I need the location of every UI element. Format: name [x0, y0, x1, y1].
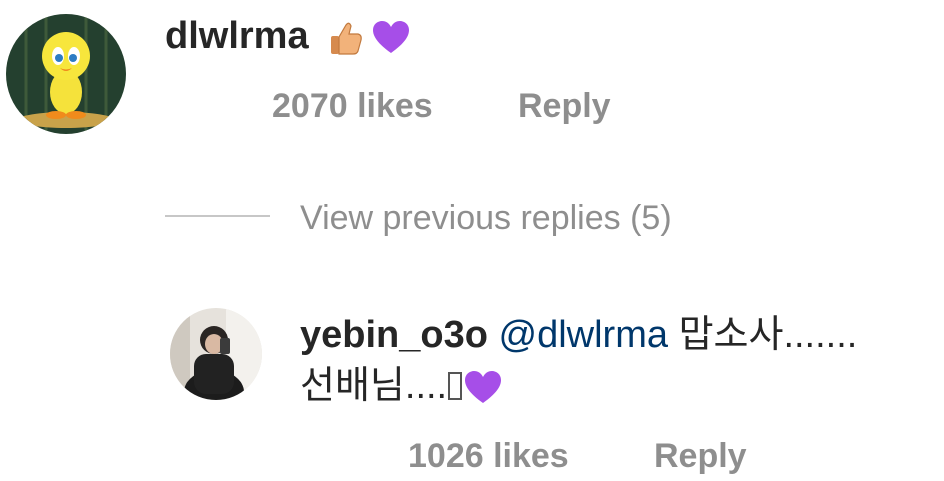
like-count[interactable]: 1026 likes: [408, 436, 569, 476]
purple-heart-icon: [371, 18, 411, 58]
like-count[interactable]: 2070 likes: [272, 86, 433, 126]
comment-text: 선배님....: [300, 365, 448, 407]
missing-glyph-icon: [448, 372, 463, 400]
avatar[interactable]: [170, 308, 262, 400]
mirror-selfie-avatar-image: [170, 308, 262, 400]
avatar[interactable]: [6, 14, 126, 134]
comment-body-continued: 선배님....: [300, 364, 503, 408]
comment-body: dlwlrma: [165, 14, 411, 58]
view-previous-replies-button[interactable]: View previous replies (5): [300, 196, 672, 240]
replies-divider: [165, 215, 270, 217]
reply-button[interactable]: Reply: [518, 86, 611, 126]
comment-username[interactable]: dlwlrma: [165, 15, 309, 57]
reply-button[interactable]: Reply: [654, 436, 747, 476]
comment-text: 맙소사.......: [678, 314, 858, 356]
comment-username[interactable]: yebin_o3o: [300, 314, 488, 356]
thumbs-up-icon: [325, 18, 365, 58]
tweety-avatar-image: [6, 14, 126, 134]
purple-heart-icon: [463, 368, 503, 408]
mention-link[interactable]: @dlwlrma: [499, 314, 668, 356]
comment-body: yebin_o3o @dlwlrma 맙소사.......: [300, 313, 857, 357]
